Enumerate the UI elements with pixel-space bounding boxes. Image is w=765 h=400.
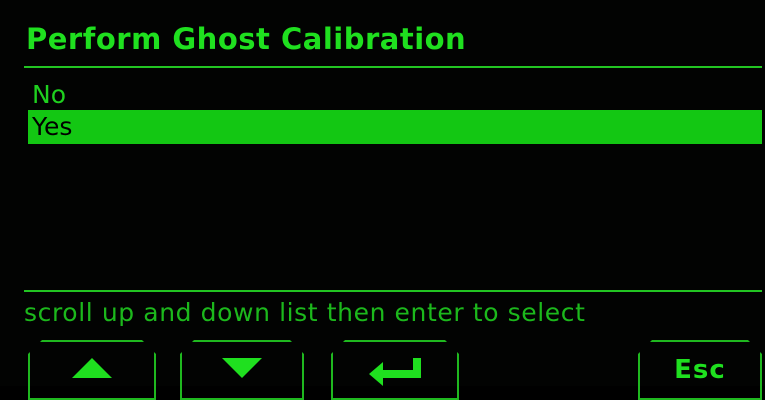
instruction-hint: scroll up and down list then enter to se… — [24, 298, 586, 327]
escape-button-label: Esc — [674, 355, 726, 385]
arrow-down-icon — [220, 356, 264, 380]
enter-icon — [367, 356, 423, 386]
option-yes[interactable]: Yes — [28, 110, 762, 144]
enter-button[interactable] — [331, 340, 459, 400]
scroll-down-button[interactable] — [180, 340, 304, 400]
hint-divider — [24, 290, 762, 292]
arrow-up-icon — [70, 356, 114, 380]
title-divider — [24, 66, 762, 68]
display-screen: Perform Ghost Calibration No Yes scroll … — [0, 0, 765, 386]
scroll-up-button[interactable] — [28, 340, 156, 400]
escape-button[interactable]: Esc — [638, 340, 762, 400]
screen-title: Perform Ghost Calibration — [26, 22, 467, 56]
option-no[interactable]: No — [28, 78, 762, 112]
